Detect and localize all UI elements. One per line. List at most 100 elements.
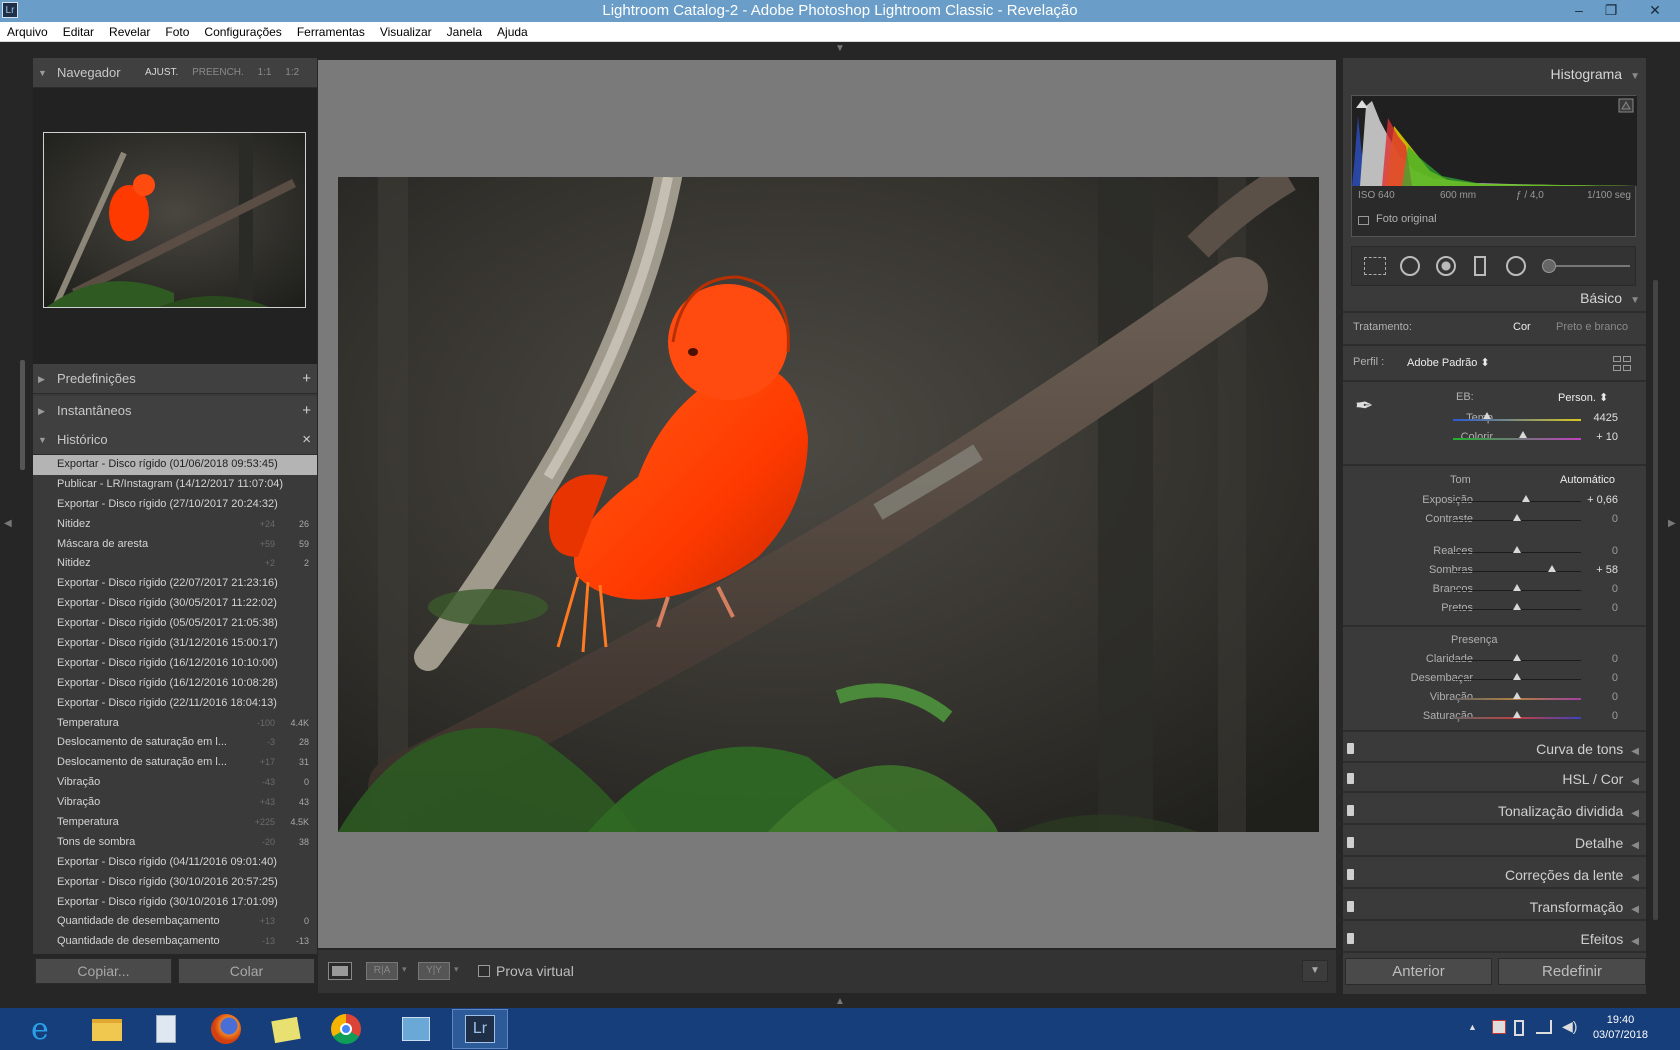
panel-toggle-switch[interactable] (1347, 901, 1354, 912)
right-panel-scrollbar[interactable] (1653, 280, 1658, 920)
zoom-1-1[interactable]: 1:1 (258, 67, 272, 78)
tray-overflow-icon[interactable]: ▲ (1468, 1022, 1477, 1032)
exposure-slider-knob[interactable] (1522, 495, 1530, 502)
previous-button[interactable]: Anterior (1345, 958, 1492, 985)
exposure-value[interactable]: + 0,66 (1578, 494, 1618, 506)
shadows-slider-track[interactable] (1453, 571, 1581, 572)
basic-header[interactable]: Básico ▼ (1343, 290, 1646, 306)
highlights-slider-knob[interactable] (1513, 546, 1521, 553)
panel-toggle-switch[interactable] (1347, 743, 1354, 754)
saturation-value[interactable]: 0 (1578, 710, 1618, 722)
history-item[interactable]: Tons de sombra -20 38 (33, 833, 317, 853)
clarity-slider-knob[interactable] (1513, 654, 1521, 661)
internet-explorer-icon[interactable]: e (18, 1009, 74, 1049)
close-button[interactable]: ✕ (1642, 0, 1668, 22)
history-item[interactable]: Vibração -43 0 (33, 773, 317, 793)
graduated-filter-icon[interactable] (1474, 256, 1486, 276)
effects-panel-header[interactable]: Efeitos ◀ (1343, 925, 1646, 953)
split-toning-panel-header[interactable]: Tonalização dividida ◀ (1343, 797, 1646, 825)
dehaze-slider-knob[interactable] (1513, 673, 1521, 680)
history-item[interactable]: Nitidez +2 2 (33, 554, 317, 574)
tint-slider-knob[interactable] (1519, 431, 1527, 438)
panel-toggle-switch[interactable] (1347, 805, 1354, 816)
blacks-value[interactable]: 0 (1578, 602, 1618, 614)
crop-overlay-icon[interactable] (1364, 257, 1386, 275)
presets-header[interactable]: ▶ Predefinições + (33, 364, 317, 394)
history-item[interactable]: Exportar - Disco rígido (30/10/2016 17:0… (33, 893, 317, 913)
panel-toggle-switch[interactable] (1347, 773, 1354, 784)
whites-slider-knob[interactable] (1513, 584, 1521, 591)
history-header[interactable]: ▼ Histórico × (33, 425, 317, 455)
history-item[interactable]: Quantidade de desembaçamento -13 -13 (33, 932, 317, 947)
soft-proof-checkbox[interactable] (478, 965, 490, 977)
highlights-value[interactable]: 0 (1578, 545, 1618, 557)
detail-panel-header[interactable]: Detalhe ◀ (1343, 829, 1646, 857)
history-item[interactable]: Exportar - Disco rígido (16/12/2016 10:0… (33, 674, 317, 694)
tint-slider-track[interactable] (1453, 438, 1581, 440)
menu-visualizar[interactable]: Visualizar (373, 22, 440, 42)
loupe-view-icon[interactable] (328, 962, 352, 980)
calculator-icon[interactable] (138, 1009, 194, 1049)
right-panel-toggle-icon[interactable]: ▶ (1668, 518, 1676, 529)
menu-foto[interactable]: Foto (158, 22, 197, 42)
left-panel-scrollbar[interactable] (20, 360, 25, 470)
panel-toggle-switch[interactable] (1347, 837, 1354, 848)
history-item[interactable]: Exportar - Disco rígido (30/05/2017 11:2… (33, 594, 317, 614)
history-item[interactable]: Deslocamento de saturação em l... +17 31 (33, 753, 317, 773)
action-center-icon[interactable] (1492, 1020, 1506, 1034)
history-item[interactable]: Nitidez +24 26 (33, 515, 317, 535)
chrome-icon[interactable] (318, 1009, 374, 1049)
battery-icon[interactable] (1514, 1020, 1524, 1036)
whites-value[interactable]: 0 (1578, 583, 1618, 595)
profile-dropdown[interactable]: Adobe Padrão ⬍ (1407, 356, 1490, 369)
before-after-button[interactable]: R|A (366, 962, 398, 980)
temp-slider-track[interactable] (1453, 419, 1581, 421)
wb-dropdown[interactable]: Person. ⬍ (1558, 391, 1608, 404)
filmstrip-toggle-icon[interactable]: ▲ (835, 996, 845, 1007)
top-panel-toggle-icon[interactable]: ▼ (835, 43, 845, 54)
tint-value[interactable]: + 10 (1578, 431, 1618, 443)
add-snapshot-icon[interactable]: + (302, 396, 311, 426)
menu-revelar[interactable]: Revelar (102, 22, 158, 42)
history-item[interactable]: Exportar - Disco rígido (01/06/2018 09:5… (33, 455, 317, 475)
adjustment-brush-icon[interactable] (1542, 259, 1556, 273)
zoom-1-2[interactable]: 1:2 (285, 67, 299, 78)
history-item[interactable]: Deslocamento de saturação em l... -3 28 (33, 733, 317, 753)
copy-settings-button[interactable]: Copiar... (35, 958, 172, 984)
radial-filter-icon[interactable] (1506, 256, 1526, 276)
menu-ferramentas[interactable]: Ferramentas (290, 22, 373, 42)
temp-slider-knob[interactable] (1483, 412, 1491, 419)
menu-janela[interactable]: Janela (440, 22, 490, 42)
menu-ajuda[interactable]: Ajuda (490, 22, 536, 42)
history-item[interactable]: Exportar - Disco rígido (22/11/2016 18:0… (33, 694, 317, 714)
control-panel-icon[interactable] (388, 1009, 444, 1049)
add-preset-icon[interactable]: + (302, 364, 311, 394)
reset-button[interactable]: Redefinir (1498, 958, 1646, 985)
adjustment-brush-slider[interactable] (1548, 265, 1630, 267)
treatment-color[interactable]: Cor (1513, 321, 1531, 333)
minimize-button[interactable]: – (1566, 0, 1592, 22)
transform-panel-header[interactable]: Transformação ◀ (1343, 893, 1646, 921)
panel-toggle-switch[interactable] (1347, 933, 1354, 944)
lightroom-icon[interactable]: Lr (452, 1009, 508, 1049)
clear-history-icon[interactable]: × (302, 425, 311, 455)
history-item[interactable]: Temperatura +225 4.5K (33, 813, 317, 833)
histogram-header[interactable]: Histograma ▼ (1343, 66, 1646, 82)
contrast-slider-knob[interactable] (1513, 514, 1521, 521)
history-item[interactable]: Vibração +43 43 (33, 793, 317, 813)
system-clock[interactable]: 19:40 03/07/2018 (1593, 1013, 1648, 1043)
menu-arquivo[interactable]: Arquivo (0, 22, 56, 42)
firefox-icon[interactable] (198, 1009, 254, 1049)
history-item[interactable]: Exportar - Disco rígido (31/12/2016 15:0… (33, 634, 317, 654)
history-item[interactable]: Exportar - Disco rígido (16/12/2016 10:1… (33, 654, 317, 674)
history-item[interactable]: Temperatura -100 4.4K (33, 714, 317, 734)
auto-tone-button[interactable]: Automático (1560, 474, 1615, 486)
navigator-thumbnail[interactable] (43, 132, 306, 308)
toolbar-menu-icon[interactable]: ▼ (1302, 960, 1328, 982)
history-item[interactable]: Máscara de aresta +59 59 (33, 535, 317, 555)
history-item[interactable]: Exportar - Disco rígido (30/10/2016 20:5… (33, 873, 317, 893)
tone-curve-panel-header[interactable]: Curva de tons ◀ (1343, 735, 1646, 763)
eyedropper-icon[interactable]: ✒ (1355, 391, 1385, 421)
network-icon[interactable] (1536, 1020, 1552, 1034)
spot-removal-icon[interactable] (1400, 256, 1420, 276)
